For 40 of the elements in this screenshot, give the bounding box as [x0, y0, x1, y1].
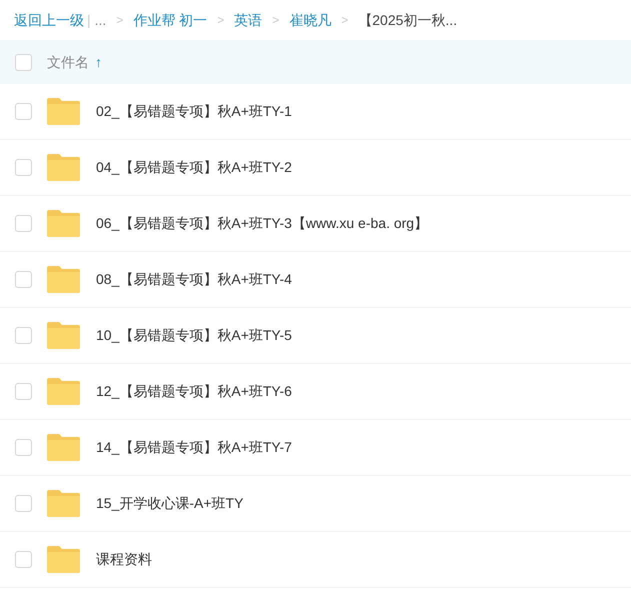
back-link[interactable]: 返回上一级: [14, 10, 84, 30]
checkbox[interactable]: [15, 215, 32, 232]
folder-icon: [47, 266, 80, 293]
breadcrumb-item[interactable]: 崔晓凡: [289, 10, 332, 30]
file-name[interactable]: 课程资料: [96, 549, 152, 570]
folder-icon: [47, 98, 80, 125]
checkbox[interactable]: [15, 271, 32, 288]
separator-text: |: [87, 10, 91, 30]
checkbox[interactable]: [15, 439, 32, 456]
checkbox[interactable]: [15, 103, 32, 120]
sort-arrow-icon[interactable]: ↑: [95, 52, 102, 72]
folder-icon: [47, 210, 80, 237]
current-folder-title: 【2025初一秋...: [358, 10, 458, 30]
file-name[interactable]: 02_【易错题专项】秋A+班TY-1: [96, 101, 292, 122]
checkbox[interactable]: [15, 54, 32, 70]
chevron-text: >: [217, 12, 224, 29]
file-name[interactable]: 08_【易错题专项】秋A+班TY-4: [96, 269, 292, 290]
chevron-text: >: [341, 12, 348, 29]
file-name[interactable]: 04_【易错题专项】秋A+班TY-2: [96, 157, 292, 178]
folder-icon: [47, 154, 80, 181]
file-name[interactable]: 12_【易错题专项】秋A+班TY-6: [96, 381, 292, 402]
checkbox[interactable]: [15, 551, 32, 568]
ellipsis-link[interactable]: ...: [94, 10, 106, 30]
folder-icon: [47, 434, 80, 461]
file-name[interactable]: 10_【易错题专项】秋A+班TY-5: [96, 325, 292, 346]
file-name[interactable]: 14_【易错题专项】秋A+班TY-7: [96, 437, 292, 458]
file-name[interactable]: 06_【易错题专项】秋A+班TY-3【www.xu e-ba. org】: [96, 213, 428, 234]
checkbox[interactable]: [15, 495, 32, 512]
breadcrumb-item[interactable]: 作业帮 初一: [133, 10, 208, 30]
checkbox[interactable]: [15, 327, 32, 344]
folder-icon: [47, 546, 80, 573]
file-name[interactable]: 15_开学收心课-A+班TY: [96, 493, 244, 514]
folder-icon: [47, 378, 80, 405]
chevron-text: >: [272, 12, 280, 29]
folder-icon: [47, 322, 80, 349]
chevron-text: >: [116, 12, 124, 29]
folder-icon: [47, 490, 80, 517]
checkbox[interactable]: [15, 159, 32, 176]
breadcrumb-item[interactable]: 英语: [234, 10, 262, 30]
checkbox[interactable]: [15, 383, 32, 400]
